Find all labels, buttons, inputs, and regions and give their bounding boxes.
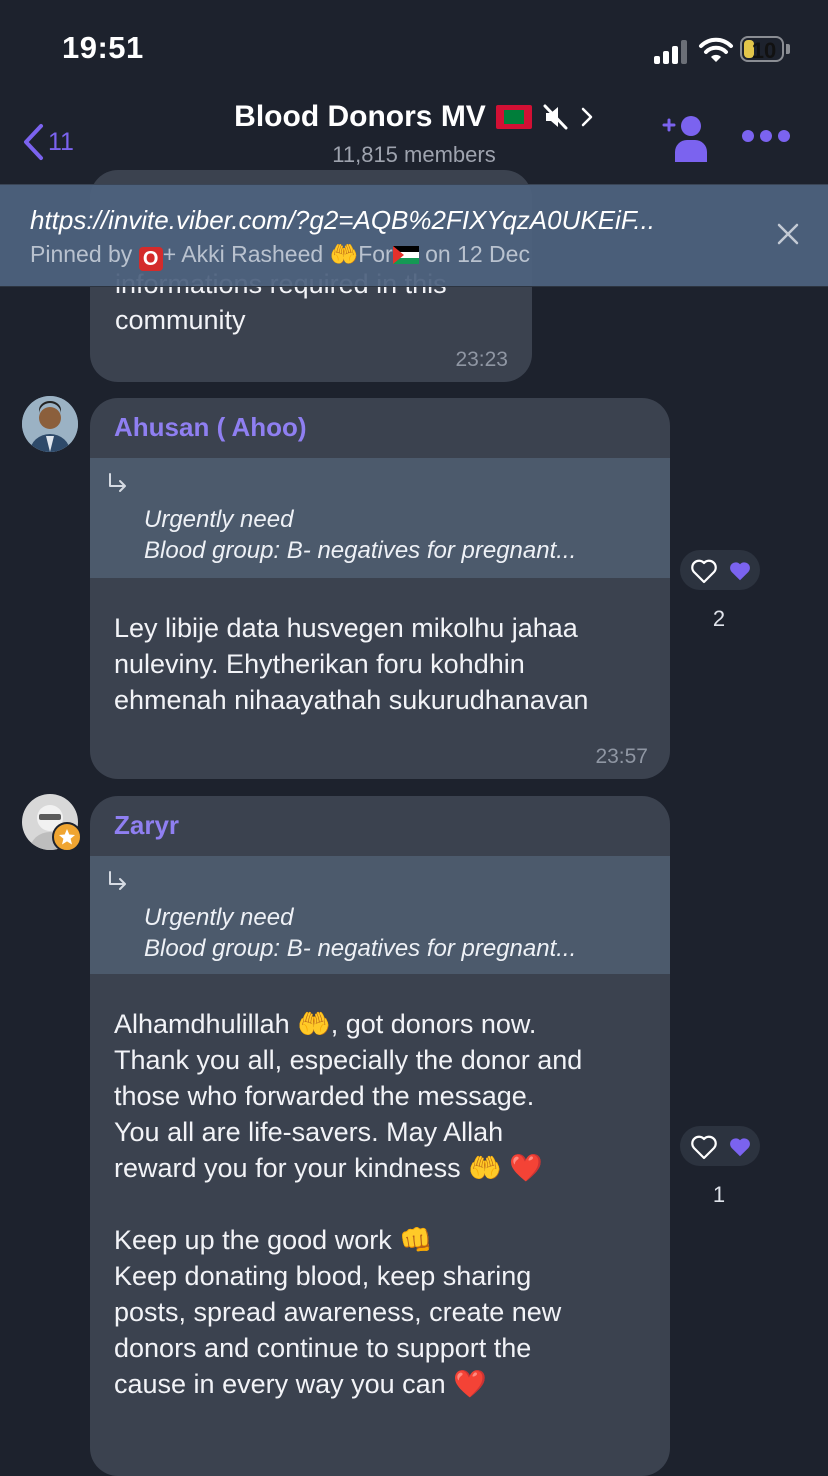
pinner-name: + Akki Rasheed — [162, 241, 324, 267]
reaction-button[interactable] — [680, 550, 760, 590]
pinned-prefix: Pinned by — [30, 241, 133, 267]
reply-quote[interactable]: Urgently need Blood group: B- negatives … — [90, 458, 670, 578]
sender-name[interactable]: Zaryr — [114, 810, 179, 841]
message-line: cause in every way you can — [114, 1369, 454, 1399]
pinned-date: on 12 Dec — [425, 241, 530, 267]
fist-bump-emoji: 👊 — [399, 1225, 433, 1255]
pinner-badge: O — [138, 247, 163, 271]
message-time: 23:23 — [455, 348, 508, 371]
cellular-signal-icon — [654, 40, 688, 64]
heart-filled-icon — [730, 562, 750, 581]
message-line: , got donors now. — [330, 1009, 537, 1039]
palestine-flag-icon — [392, 246, 419, 264]
quote-line-1: Urgently need — [144, 904, 294, 931]
quote-line-2: Blood group: B- negatives for pregnant..… — [144, 935, 577, 962]
message-bubble[interactable]: Ahusan ( Ahoo) Urgently need Blood group… — [90, 398, 670, 779]
quote-line-2: Blood group: B- negatives for pregnant..… — [144, 537, 577, 564]
reply-arrow-icon — [109, 473, 126, 492]
message-time: 23:57 — [595, 745, 648, 768]
pinner-name-suffix: For — [358, 241, 393, 267]
star-badge-icon — [52, 822, 82, 852]
quote-line-1: Urgently need — [144, 506, 294, 533]
status-time: 19:51 — [62, 30, 144, 65]
reaction-count[interactable]: 2 — [699, 606, 739, 632]
raising-hands-emoji: 🤲 — [329, 241, 359, 267]
heart-outline-icon — [691, 1135, 717, 1160]
message-line: Thank you all, especially the donor and … — [114, 1045, 583, 1147]
pinned-link[interactable]: https://invite.viber.com/?g2=AQB%2FIXYqz… — [30, 205, 740, 236]
heart-outline-icon — [691, 559, 717, 584]
message-line: reward you for your kindness — [114, 1153, 469, 1183]
message-line: Keep donating blood, keep sharing posts,… — [114, 1261, 562, 1363]
sender-name[interactable]: Ahusan ( Ahoo) — [114, 412, 307, 443]
mute-icon — [543, 104, 568, 130]
red-heart-emoji: ❤️ — [453, 1369, 487, 1399]
reaction-button[interactable] — [680, 1126, 760, 1166]
message-line: Keep up the good work — [114, 1225, 400, 1255]
message-text: Ley libije data husvegen mikolhu jahaa n… — [114, 613, 589, 715]
raising-hands-emoji: 🤲 — [297, 1009, 331, 1039]
wifi-icon — [699, 37, 733, 62]
message-text: Alhamdhulillah 🤲, got donors now. Thank … — [114, 1006, 662, 1402]
message-line: Alhamdhulillah — [114, 1009, 298, 1039]
reaction-count[interactable]: 1 — [699, 1182, 739, 1208]
heart-filled-icon — [730, 1138, 750, 1157]
battery-level: 10 — [751, 38, 777, 62]
member-count: 11,815 members — [332, 142, 496, 167]
maldives-flag-icon — [495, 105, 532, 129]
back-chevron-icon — [24, 124, 43, 160]
pinned-by-line: Pinned by O + Akki Rasheed 🤲For on 12 Dec — [30, 241, 750, 271]
more-icon[interactable] — [742, 130, 790, 148]
chevron-right-icon — [581, 107, 593, 127]
message-bubble[interactable]: Zaryr Urgently need Blood group: B- nega… — [90, 796, 670, 1476]
back-button[interactable]: 11 — [22, 120, 74, 164]
add-member-icon[interactable] — [660, 112, 710, 164]
reply-quote[interactable]: Urgently need Blood group: B- negatives … — [90, 856, 670, 974]
battery-icon: 10 — [740, 36, 790, 64]
chat-header[interactable]: Blood Donors MV 11,815 members — [180, 100, 648, 168]
close-icon[interactable] — [776, 222, 800, 246]
avatar[interactable] — [22, 396, 78, 452]
reply-arrow-icon — [109, 871, 126, 890]
pinned-message-banner[interactable]: https://invite.viber.com/?g2=AQB%2FIXYqz… — [0, 184, 828, 287]
unread-count: 11 — [48, 127, 74, 156]
chat-title: Blood Donors MV — [234, 100, 486, 133]
raising-hands-emoji: 🤲 — [468, 1153, 502, 1183]
red-heart-emoji: ❤️ — [509, 1153, 543, 1183]
